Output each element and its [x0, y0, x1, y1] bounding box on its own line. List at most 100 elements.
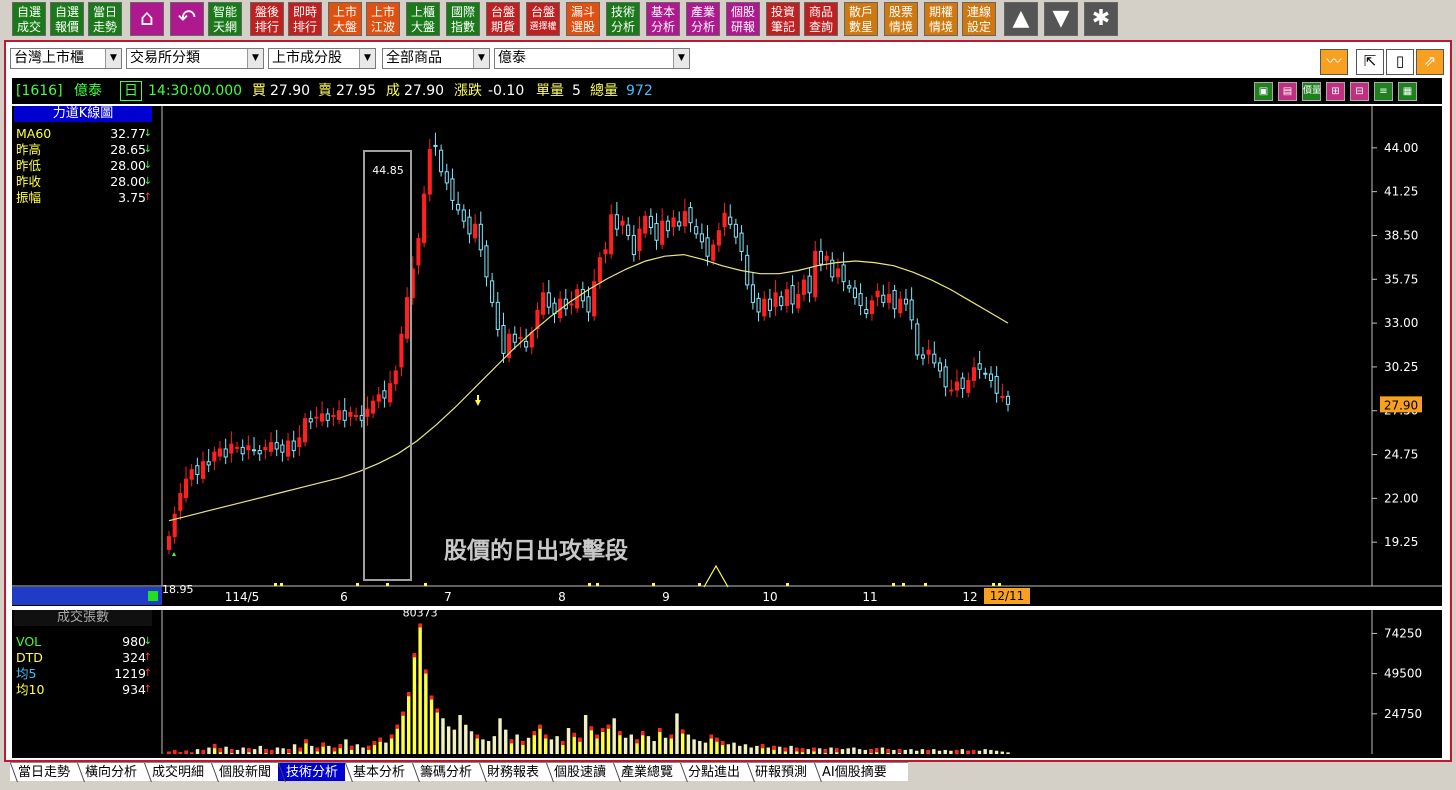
indicator-arrow-icon: ↓	[143, 128, 152, 139]
arrow-down-icon[interactable]: ▼	[1044, 2, 1078, 36]
toolbar-button-22[interactable]: 期權 情境	[924, 2, 958, 36]
tab-1[interactable]: 當日走勢	[10, 762, 78, 781]
price-chart[interactable]: 44.0041.2538.5035.7533.0030.2527.5024.75…	[12, 106, 1442, 606]
candle-body	[217, 448, 223, 457]
product-select[interactable]: 全部商品 ▼	[382, 48, 490, 69]
chevron-down-icon: ▼	[359, 49, 375, 68]
toolbar-button-4[interactable]: 智能 天網	[208, 2, 242, 36]
grid-icon[interactable]: ▦	[1398, 82, 1417, 101]
price-indicator-title[interactable]: 力道K線圖	[14, 106, 152, 122]
toolbar-button-10[interactable]: 國際 指數	[446, 2, 480, 36]
candle-body	[954, 381, 960, 391]
tab-8[interactable]: 財務報表	[479, 762, 547, 781]
indicator-arrow-icon: ↑	[143, 192, 152, 203]
volume-bar	[920, 749, 925, 754]
volume-bar	[435, 708, 439, 754]
volume-chart[interactable]: 74250 49500 24750 80373	[12, 610, 1442, 758]
index-select[interactable]: 上市成分股 ▼	[268, 48, 376, 69]
candle-body	[461, 209, 466, 222]
minus-panel-icon[interactable]: ⊟	[1350, 82, 1369, 101]
market-select[interactable]: 台灣上市櫃 ▼	[10, 48, 122, 69]
candle-body	[903, 298, 909, 305]
candle-body	[881, 294, 886, 303]
volume-chart-panel[interactable]: 74250 49500 24750 80373 成交張數 VOL 980 ↓ DTD 324 ↑…	[12, 610, 1442, 758]
toolbar-button-16[interactable]: 產業 分析	[686, 2, 720, 36]
volume-bar-cap	[521, 741, 525, 746]
tab-12[interactable]: 研報預測	[747, 762, 815, 781]
volume-bar	[384, 742, 388, 754]
toolbar-button-19[interactable]: 商品 查詢	[804, 2, 838, 36]
candle-body	[439, 149, 444, 173]
toolbar-button-20[interactable]: 散戶 數星	[844, 2, 878, 36]
tab-11[interactable]: 分點進出	[680, 762, 748, 781]
chart-compare-icon[interactable]: ▤	[1278, 82, 1297, 101]
indicator-value: 32.77	[110, 126, 146, 141]
toolbar-button-6[interactable]: 即時 排行	[288, 2, 322, 36]
toolbar-button-12[interactable]: 台盤 選擇權	[526, 2, 560, 36]
arrow-up-icon[interactable]: ▲	[1004, 2, 1038, 36]
volume-bar	[224, 746, 228, 754]
toolbar-button-23[interactable]: 連線 設定	[962, 2, 996, 36]
menu-lines-icon[interactable]: ≡	[1374, 82, 1393, 101]
toolbar-button-14[interactable]: 技術 分析	[606, 2, 640, 36]
toolbar-button-2[interactable]: 自選 報價	[50, 2, 84, 36]
candle-body	[314, 416, 319, 419]
external-link-icon[interactable]: ⇗	[1416, 49, 1444, 75]
volume-bar	[538, 724, 542, 754]
chart-add-icon[interactable]: ▣	[1254, 82, 1273, 101]
toolbar-button-17[interactable]: 個股 研報	[726, 2, 760, 36]
toolbar-button-1[interactable]: 自選 成交	[12, 2, 46, 36]
category-select[interactable]: 交易所分類 ▼	[126, 48, 264, 69]
tab-6[interactable]: 基本分析	[345, 762, 413, 781]
tab-10[interactable]: 產業總覽	[613, 762, 681, 781]
volume-bar	[829, 747, 833, 754]
tab-4[interactable]: 個股新聞	[211, 762, 279, 781]
candle-body	[722, 212, 727, 228]
candle-body	[626, 224, 631, 236]
candle-body	[302, 418, 308, 443]
volume-bar	[498, 718, 502, 754]
popout-icon[interactable]: ⇱	[1356, 49, 1384, 75]
toolbar-button-5[interactable]: 盤後 排行	[250, 2, 284, 36]
tab-5[interactable]: 技術分析	[278, 762, 346, 781]
tab-2[interactable]: 橫向分析	[77, 762, 145, 781]
volume-bar	[486, 741, 491, 754]
toolbar-button-18[interactable]: 投資 筆記	[766, 2, 800, 36]
candle-body	[665, 220, 670, 232]
asterisk-icon[interactable]: ✱	[1084, 2, 1118, 36]
volume-dot	[424, 583, 427, 586]
price-chart-panel[interactable]: 44.0041.2538.5035.7533.0030.2527.5024.75…	[12, 106, 1442, 606]
toolbar-button-13[interactable]: 漏斗 選股	[566, 2, 600, 36]
toolbar-button-3[interactable]: 當日 走勢	[88, 2, 122, 36]
toolbar-button-15[interactable]: 基本 分析	[646, 2, 680, 36]
stock-select[interactable]: 億泰 ▼	[494, 48, 690, 69]
tab-9[interactable]: 個股速讀	[546, 762, 614, 781]
layout-icon[interactable]: ▯	[1386, 49, 1414, 75]
bid-label: 買	[252, 83, 266, 99]
x-axis-left-block	[12, 587, 162, 605]
plus-panel-icon[interactable]: ⊞	[1326, 82, 1345, 101]
undo-icon[interactable]: ↶	[170, 2, 204, 36]
volume-bar-cap	[578, 737, 582, 742]
volume-bar-cap	[606, 724, 611, 729]
home-icon[interactable]: ⌂	[130, 2, 164, 36]
volume-bar	[766, 747, 770, 754]
toolbar-button-7[interactable]: 上市 大盤	[328, 2, 362, 36]
toolbar-button-21[interactable]: 股票 情境	[884, 2, 918, 36]
period-button[interactable]: 日	[120, 81, 142, 101]
tab-13[interactable]: AI個股摘要	[814, 762, 908, 781]
toolbar-button-9[interactable]: 上櫃 大盤	[406, 2, 440, 36]
toolbar-button-11[interactable]: 台盤 期貨	[486, 2, 520, 36]
toolbar-button-line2: 情境	[928, 20, 953, 34]
tab-3[interactable]: 成交明細	[144, 762, 212, 781]
chart-trend-icon[interactable]: 〰	[1320, 49, 1348, 75]
candle-body	[807, 275, 812, 294]
price-volume-icon[interactable]: 價量	[1302, 82, 1321, 101]
tab-7[interactable]: 籌碼分析	[412, 762, 480, 781]
unit-volume-label: 單量	[536, 83, 564, 99]
candle-body	[325, 413, 330, 421]
chevron-down-icon: ▼	[247, 49, 263, 68]
toolbar-button-8[interactable]: 上市 江波	[366, 2, 400, 36]
toolbar-button-line2: 查詢	[808, 20, 833, 34]
volume-indicator-title[interactable]: 成交張數	[14, 610, 152, 626]
